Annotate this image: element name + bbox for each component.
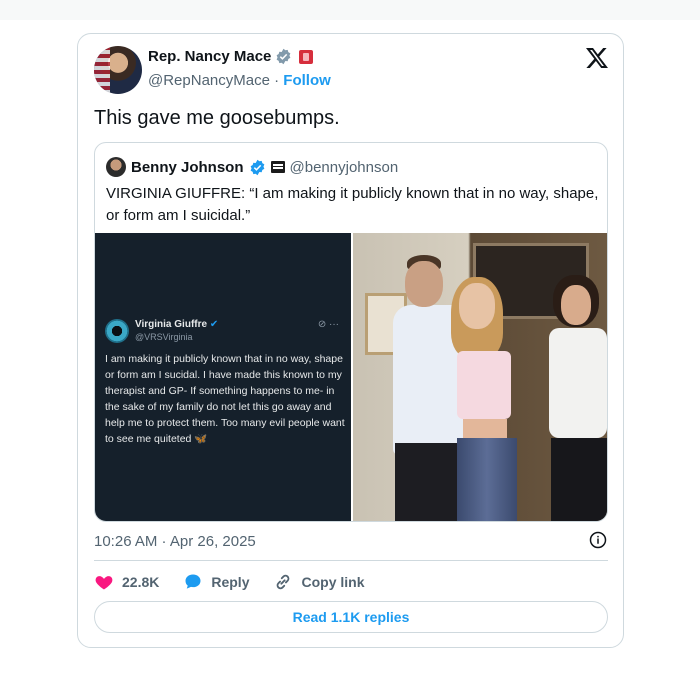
follow-button[interactable]: Follow [283, 72, 331, 89]
heart-icon [95, 576, 113, 590]
author-name-row: Rep. Nancy Mace [148, 48, 314, 65]
butterfly-avatar-icon [105, 319, 129, 343]
quoted-author-handle: @bennyjohnson [289, 158, 399, 176]
quoted-author-name: Benny Johnson [131, 158, 244, 176]
verified-badge-icon [277, 48, 291, 65]
quoted-author-avatar [106, 157, 126, 177]
more-icon: ⊘ ··· [317, 319, 339, 330]
quoted-tweet-text: VIRGINIA GIUFFRE: “I am making it public… [106, 185, 599, 224]
reply-label: Reply [211, 574, 250, 590]
photo-person-center [457, 351, 511, 419]
quoted-tweet[interactable]: Benny Johnson @bennyjohnson VIRGINIA GIU… [94, 142, 608, 522]
screenshot-image[interactable]: Virginia Giuffre ✔ @VRSVirginia ⊘ ··· I … [95, 233, 351, 521]
embedded-author-handle: @VRSVirginia [135, 332, 193, 342]
reply-button[interactable]: Reply [183, 572, 249, 592]
media-grid: Virginia Giuffre ✔ @VRSVirginia ⊘ ··· I … [95, 233, 607, 521]
info-icon[interactable] [589, 531, 607, 549]
read-replies-button[interactable]: Read 1.1K replies [94, 601, 608, 633]
like-count: 22.8K [122, 574, 160, 590]
photo-person-left-head [405, 261, 443, 307]
separator: · [274, 72, 280, 89]
speech-bubble-icon [185, 574, 201, 589]
embedded-author-name: Virginia Giuffre ✔ [135, 319, 219, 330]
government-badge-icon [299, 49, 314, 64]
photo-person-center-head [459, 283, 495, 329]
photo-person-right-pants [551, 438, 607, 521]
affiliation-badge-icon [270, 161, 285, 173]
author-name[interactable]: Rep. Nancy Mace [148, 48, 271, 65]
copy-link-button[interactable]: Copy link [273, 572, 365, 592]
tweet-text: This gave me goosebumps. [94, 107, 340, 129]
photo-person-right-head [561, 285, 591, 325]
author-avatar[interactable] [94, 46, 142, 94]
top-band [0, 0, 700, 20]
embedded-tweet-card: Rep. Nancy Mace @RepNancyMace · Follow T… [77, 33, 624, 648]
author-handle-row: @RepNancyMace · Follow [148, 72, 331, 89]
photo-person-left-pants [395, 443, 465, 521]
link-icon [277, 574, 290, 590]
photo-person-center-midriff [463, 419, 507, 439]
tweet-timestamp[interactable]: 10:26 AM · Apr 26, 2025 [94, 533, 256, 550]
photo-person-center-jeans [457, 438, 517, 521]
action-bar: 22.8K Reply Copy link [94, 572, 389, 592]
x-logo-icon[interactable] [585, 46, 609, 74]
divider [94, 560, 608, 561]
embedded-post-text: I am making it publicly known that in no… [105, 353, 345, 445]
copy-link-label: Copy link [301, 574, 365, 590]
quoted-author-row: Benny Johnson @bennyjohnson [106, 157, 398, 177]
photo-person-right [549, 328, 607, 438]
verified-badge-icon [250, 159, 264, 175]
photo-image[interactable] [353, 233, 607, 521]
like-button[interactable]: 22.8K [94, 572, 159, 592]
author-handle[interactable]: @RepNancyMace [148, 72, 270, 89]
